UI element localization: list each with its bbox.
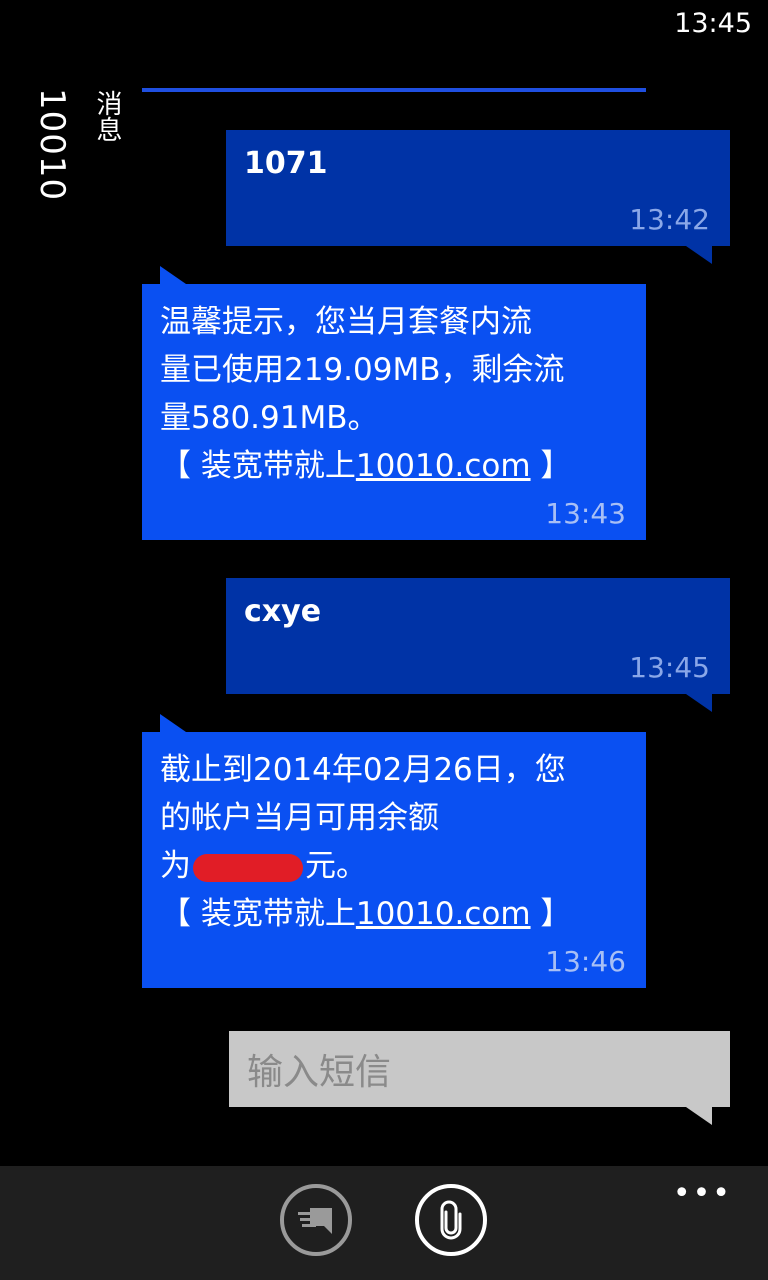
contact-number: 10010 xyxy=(32,88,72,202)
message-time: 13:42 xyxy=(629,203,710,236)
bubble-tail xyxy=(160,714,186,732)
more-options-button[interactable]: ••• xyxy=(673,1176,732,1211)
header-rule xyxy=(142,88,646,92)
received-message[interactable]: 截止到2014年02月26日，您 的帐户当月可用余额 为 元。 【 装宽带就上10… xyxy=(142,714,646,988)
conversations-button[interactable] xyxy=(280,1184,352,1256)
line-prefix: 为 xyxy=(160,848,191,884)
message-line: 量580.91MB。 xyxy=(160,400,379,436)
sent-message[interactable]: cxye 13:45 xyxy=(226,578,730,712)
promo-line: 【 装宽带就上10010.com 】 xyxy=(160,890,628,938)
bubble-tail xyxy=(160,266,186,284)
promo-suffix: 】 xyxy=(530,448,572,484)
message-input-placeholder: 输入短信 xyxy=(247,1052,392,1093)
conversation-icon xyxy=(298,1208,332,1234)
redaction-mark xyxy=(193,853,303,882)
message-time: 13:46 xyxy=(545,945,626,978)
received-message[interactable]: 温馨提示，您当月套餐内流 量已使用219.09MB，剩余流 量580.91MB。… xyxy=(142,266,646,540)
message-line: 截止到2014年02月26日，您 xyxy=(160,752,566,788)
app-bar: ••• xyxy=(0,1166,768,1280)
message-time: 13:45 xyxy=(629,651,710,684)
bubble-tail xyxy=(686,246,712,264)
attachment-icon xyxy=(440,1200,462,1240)
message-line: 温馨提示，您当月套餐内流 xyxy=(160,304,532,340)
promo-line: 【 装宽带就上10010.com 】 xyxy=(160,442,628,490)
bubble-tail xyxy=(686,694,712,712)
message-body: 温馨提示，您当月套餐内流 量已使用219.09MB，剩余流 量580.91MB。… xyxy=(142,284,646,490)
promo-link[interactable]: 10010.com xyxy=(356,896,531,932)
message-text: cxye xyxy=(244,594,322,629)
message-input[interactable]: 输入短信 xyxy=(229,1031,730,1125)
message-text: 1071 xyxy=(244,146,328,181)
message-line: 量已使用219.09MB，剩余流 xyxy=(160,352,565,388)
message-body: 截止到2014年02月26日，您 的帐户当月可用余额 为 元。 【 装宽带就上10… xyxy=(142,732,646,938)
promo-suffix: 】 xyxy=(530,896,572,932)
promo-prefix: 【 装宽带就上 xyxy=(160,448,356,484)
message-line: 为 元。 xyxy=(160,842,628,890)
status-time: 13:45 xyxy=(674,8,752,39)
line-suffix: 元。 xyxy=(305,848,367,884)
promo-link[interactable]: 10010.com xyxy=(356,448,531,484)
bubble-tail xyxy=(686,1107,712,1125)
app-label: 消息 xyxy=(92,90,122,142)
attach-button[interactable] xyxy=(415,1184,487,1256)
promo-prefix: 【 装宽带就上 xyxy=(160,896,356,932)
message-time: 13:43 xyxy=(545,497,626,530)
message-line: 的帐户当月可用余额 xyxy=(160,800,439,836)
sent-message[interactable]: 1071 13:42 xyxy=(226,130,730,264)
